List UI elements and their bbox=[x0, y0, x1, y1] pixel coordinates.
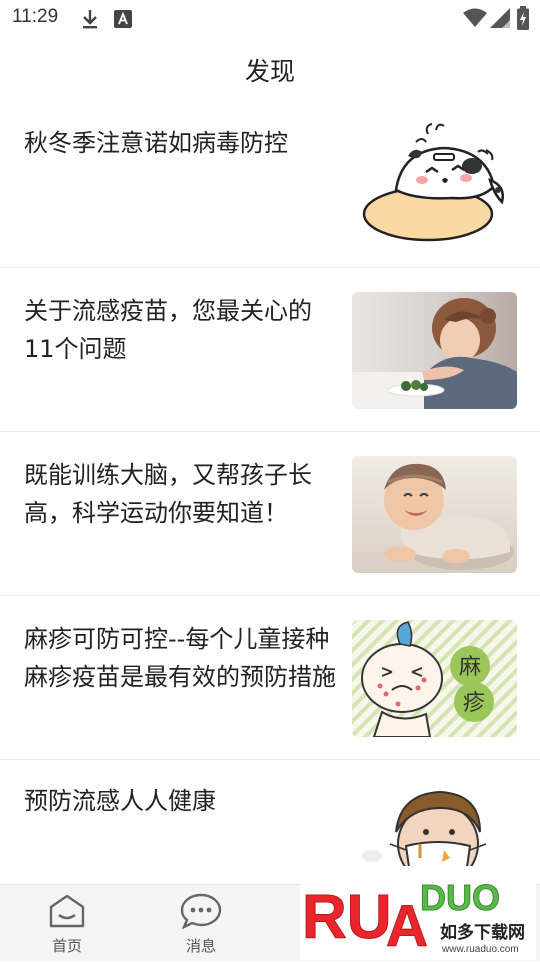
article-title: 秋冬季注意诺如病毒防控 bbox=[24, 129, 288, 157]
article-title: 关于流感疫苗，您最关心的11个问题 bbox=[24, 297, 312, 363]
battery-icon bbox=[517, 6, 529, 34]
article-feed: 秋冬季注意诺如病毒防控 关于流感疫苗，您最关心的11个问题 既能训练大脑，又帮孩… bbox=[0, 102, 540, 923]
home-icon bbox=[32, 893, 102, 933]
logo-cn-text: 如多下载网 bbox=[440, 922, 525, 943]
status-bar: 11:29 bbox=[0, 0, 540, 36]
article-title: 麻疹可防可控--每个儿童接种麻疹疫苗是最有效的预防措施 bbox=[24, 625, 336, 691]
girl-resting-on-table-photo bbox=[352, 292, 517, 409]
article-card[interactable]: 秋冬季注意诺如病毒防控 bbox=[0, 102, 540, 268]
logo-duo: DUO bbox=[420, 877, 500, 918]
nav-messages-label: 消息 bbox=[185, 937, 216, 955]
nav-home-label: 首页 bbox=[51, 937, 82, 955]
crawling-baby-photo bbox=[352, 456, 517, 573]
status-time: 11:29 bbox=[12, 6, 59, 27]
article-title: 既能训练大脑，又帮孩子长高，科学运动你要知道！ bbox=[24, 461, 312, 527]
logo-ru: RU bbox=[302, 883, 392, 952]
page-title: 发现 bbox=[244, 57, 295, 86]
article-card[interactable]: 麻疹可防可控--每个儿童接种麻疹疫苗是最有效的预防措施 麻 疹 bbox=[0, 596, 540, 760]
article-title: 预防流感人人健康 bbox=[24, 787, 216, 815]
logo-url: www.ruaduo.com bbox=[441, 944, 519, 955]
measles-badge-char2: 疹 bbox=[463, 691, 485, 716]
wifi-icon bbox=[463, 8, 487, 32]
measles-badge-char1: 麻 bbox=[459, 655, 481, 680]
nav-messages[interactable]: 消息 bbox=[166, 893, 236, 956]
article-card[interactable]: 关于流感疫苗，您最关心的11个问题 bbox=[0, 268, 540, 432]
signal-icon bbox=[490, 8, 510, 32]
download-icon bbox=[80, 8, 100, 34]
cartoon-sick-bun-image bbox=[356, 120, 516, 244]
message-icon bbox=[166, 893, 236, 933]
nav-home[interactable]: 首页 bbox=[32, 893, 102, 956]
font-a-icon bbox=[114, 10, 132, 32]
article-card[interactable]: 既能训练大脑，又帮孩子长高，科学运动你要知道！ bbox=[0, 432, 540, 596]
title-bar: 发现 bbox=[0, 36, 540, 102]
measles-cartoon-image: 麻 疹 bbox=[352, 620, 517, 737]
ruanduo-watermark-logo: RU A DUO 如多下载网 www.ruaduo.com bbox=[300, 866, 536, 960]
